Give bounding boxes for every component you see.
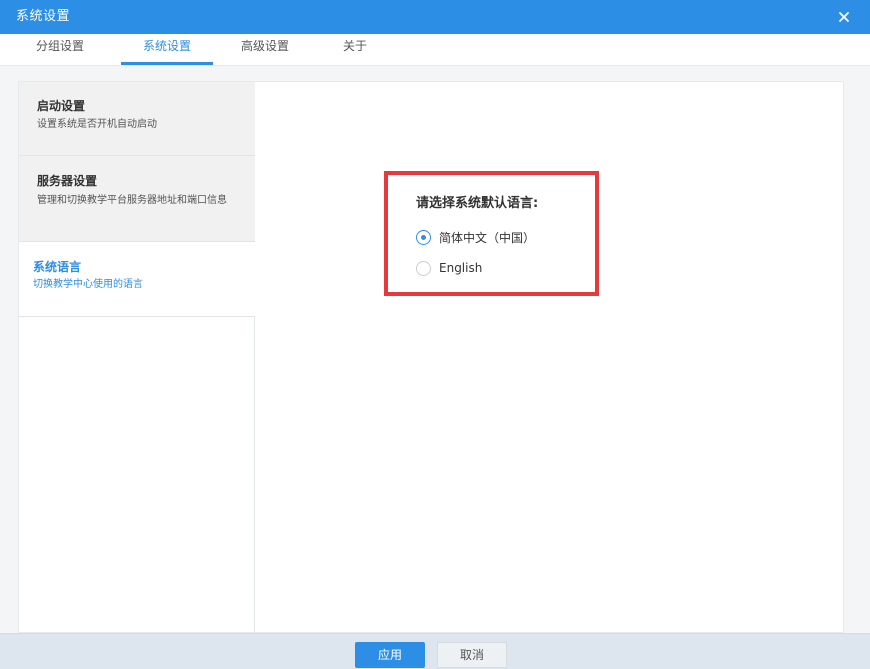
language-option-label: 简体中文（中国） [439, 230, 536, 245]
sidebar-item-desc: 管理和切换教学平台服务器地址和端口信息 [37, 195, 227, 206]
window-title: 系统设置 [16, 9, 71, 24]
sidebar-item-desc: 设置系统是否开机自动启动 [37, 119, 157, 130]
language-selection-box: 请选择系统默认语言: 简体中文（中国） English [384, 171, 599, 296]
sidebar-item-title: 服务器设置 [37, 174, 98, 188]
sidebar-item-server[interactable]: 服务器设置 管理和切换教学平台服务器地址和端口信息 [19, 156, 255, 242]
language-option-label: English [439, 261, 483, 275]
footer-bar: 应用 取消 [0, 633, 870, 669]
sidebar-item-desc: 切换教学中心使用的语言 [33, 279, 143, 290]
close-icon [839, 12, 849, 22]
language-heading: 请选择系统默认语言: [416, 196, 539, 211]
apply-button[interactable]: 应用 [355, 642, 425, 668]
tab-about[interactable]: 关于 [325, 34, 385, 65]
settings-window: 系统设置 分组设置 系统设置 高级设置 关于 启动设置 设置系统是否开机自动启动… [0, 0, 870, 669]
tab-system-settings[interactable]: 系统设置 [121, 34, 213, 65]
tab-bar: 分组设置 系统设置 高级设置 关于 [0, 34, 870, 66]
close-button[interactable] [832, 5, 856, 29]
sidebar-item-startup[interactable]: 启动设置 设置系统是否开机自动启动 [19, 82, 255, 156]
sidebar-item-language[interactable]: 系统语言 切换教学中心使用的语言 [19, 242, 255, 317]
language-option-chinese[interactable]: 简体中文（中国） [416, 227, 535, 247]
tab-group-settings[interactable]: 分组设置 [20, 34, 100, 65]
settings-content: 启动设置 设置系统是否开机自动启动 服务器设置 管理和切换教学平台服务器地址和端… [18, 81, 844, 633]
cancel-button[interactable]: 取消 [437, 642, 507, 668]
settings-sidebar: 启动设置 设置系统是否开机自动启动 服务器设置 管理和切换教学平台服务器地址和端… [19, 82, 255, 632]
sidebar-item-title: 系统语言 [33, 260, 82, 274]
sidebar-item-title: 启动设置 [37, 99, 86, 113]
radio-unselected-icon[interactable] [416, 260, 431, 276]
tab-advanced-settings[interactable]: 高级设置 [225, 34, 305, 65]
title-bar[interactable]: 系统设置 [0, 0, 870, 34]
language-option-english[interactable]: English [416, 258, 482, 278]
radio-selected-icon[interactable] [416, 229, 431, 245]
